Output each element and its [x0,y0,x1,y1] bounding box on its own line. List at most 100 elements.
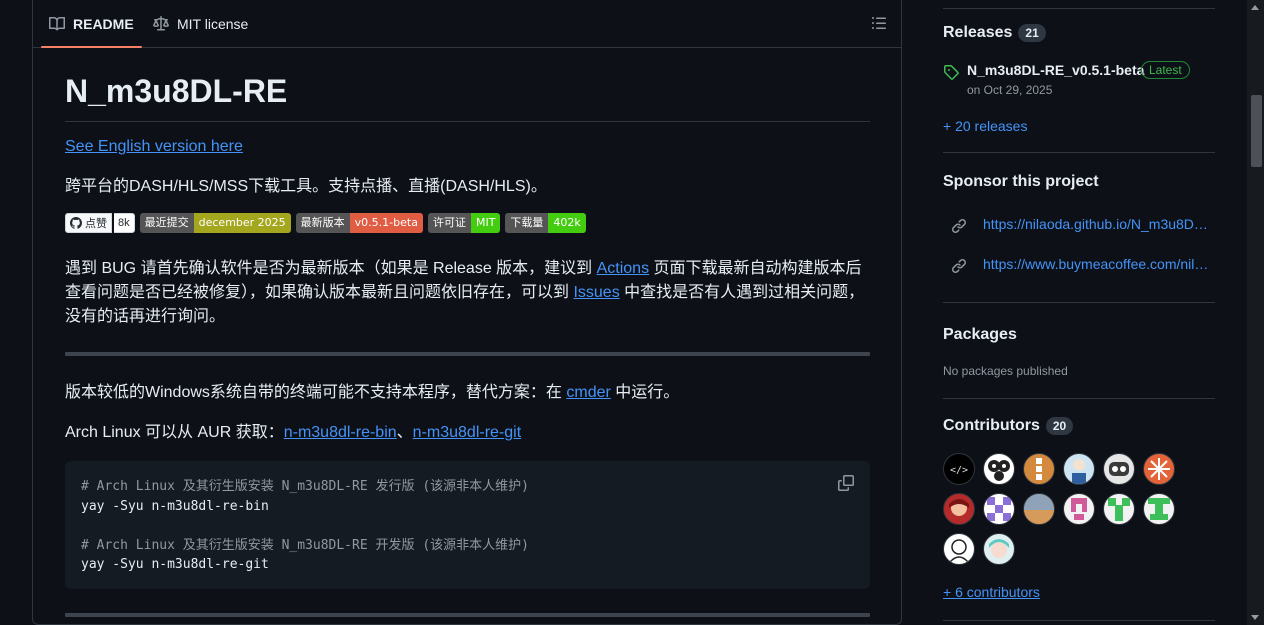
avatar[interactable] [983,493,1015,525]
license-badge[interactable]: 许可证 MIT [427,213,501,233]
english-version-paragraph: See English version here [65,135,243,159]
windows-note: 版本较低的Windows系统自带的终端可能不支持本程序，替代方案：在 cmder… [65,381,679,405]
more-releases-link[interactable]: + 20 releases [943,118,1027,134]
tab-readme[interactable]: README [41,0,142,48]
last-commit-badge-value: december 2025 [193,213,291,233]
latest-version-badge-label: 最新版本 [295,213,350,233]
latest-badge: Latest [1141,61,1190,79]
sidebar-divider [943,152,1215,153]
release-date: on Oct 29, 2025 [967,83,1053,97]
cmder-link[interactable]: cmder [566,384,610,401]
page-scrollbar[interactable] [1247,0,1264,625]
stars-badge[interactable]: 点赞 8k [65,213,135,233]
law-scale-icon [153,15,169,30]
readme-title: N_m3u8DL-RE [65,47,870,122]
github-icon [70,217,82,229]
releases-heading[interactable]: Releases 21 [943,24,1046,42]
code-command: yay -Syu n-m3u8dl-re-git [81,557,269,572]
packages-heading[interactable]: Packages [943,326,1017,344]
identicon-avatar-icon [1148,498,1170,520]
avatar[interactable] [1023,493,1055,525]
book-icon [49,16,65,30]
sponsor-link-row[interactable]: https://nilaoda.github.io/N_m3u8DL-RE/ [943,216,1215,236]
english-version-link[interactable]: See English version here [65,138,243,155]
tab-readme-label: README [73,15,134,32]
avatar[interactable] [1103,453,1135,485]
tab-license[interactable]: MIT license [153,0,248,47]
avatar[interactable] [1103,493,1135,525]
scrollbar-thumb[interactable] [1251,95,1262,167]
scroll-up-arrow-icon[interactable] [1251,5,1259,10]
readme-tabbar: README MIT license [33,0,901,48]
identicon-avatar-icon [987,497,1011,521]
downloads-badge-value: 402k [548,213,586,233]
readme-panel: README MIT license N_m3u8DL-RE See Engli… [32,0,902,625]
outline-button[interactable] [871,15,887,36]
more-contributors-link[interactable]: + 6 contributors [943,584,1040,600]
anime-avatar-icon [949,499,969,516]
pattern-avatar-icon [988,460,1010,481]
downloads-badge-label: 下载量 [505,213,549,233]
latest-version-badge[interactable]: 最新版本 v0.5.1-beta [295,213,423,233]
scroll-down-arrow-icon[interactable] [1251,615,1259,620]
avatar[interactable] [943,493,975,525]
bug-note-text-1: 遇到 BUG 请首先确认软件是否为最新版本（如果是 Release 版本，建议到 [65,260,597,277]
sponsor-link-row[interactable]: https://www.buymeacoffee.com/nilaoda [943,256,1215,276]
stars-badge-count: 8k [114,213,135,233]
sidebar-divider [943,620,1215,621]
contributors-count: 20 [1045,417,1074,435]
sponsor-link-text[interactable]: https://www.buymeacoffee.com/nilaoda [983,256,1211,272]
code-comment: # Arch Linux 及其衍生版安装 N_m3u8DL-RE 开发版 (该源… [81,537,529,553]
contributors-title: Contributors [943,417,1040,434]
person-avatar-icon [1072,459,1086,484]
aur-git-link[interactable]: n-m3u8dl-re-git [413,424,521,441]
license-badge-label: 许可证 [427,213,471,233]
avatar[interactable] [1143,493,1175,525]
actions-link[interactable]: Actions [597,260,649,277]
code-block: # Arch Linux 及其衍生版安装 N_m3u8DL-RE 发行版 (该源… [65,461,870,589]
issues-link[interactable]: Issues [573,284,619,301]
identicon-avatar-icon [1036,458,1042,480]
divider [65,352,870,356]
sponsor-heading: Sponsor this project [943,173,1099,190]
robot-avatar-icon [1109,462,1129,476]
list-unordered-icon [872,17,886,29]
avatar[interactable]: </> [943,453,975,485]
last-commit-badge[interactable]: 最近提交 december 2025 [139,213,291,233]
landscape-avatar-icon [1024,494,1054,524]
readme-article: N_m3u8DL-RE See English version here 跨平台… [65,47,870,617]
tab-license-label: MIT license [177,15,249,32]
code-comment: # Arch Linux 及其衍生版安装 N_m3u8DL-RE 发行版 (该源… [81,479,529,494]
code-avatar-icon: </> [950,465,968,476]
link-icon [951,218,967,234]
identicon-avatar-icon [1071,498,1087,520]
no-packages-text: No packages published [943,364,1068,378]
sidebar-divider [943,398,1215,399]
aur-bin-link[interactable]: n-m3u8dl-re-bin [284,424,397,441]
svg-text:</>: </> [950,465,968,476]
windows-note-text-1: 版本较低的Windows系统自带的终端可能不支持本程序，替代方案：在 [65,384,567,401]
arch-note-separator: 、 [396,424,413,441]
avatar[interactable] [1023,453,1055,485]
avatar[interactable] [943,533,975,565]
code-command: yay -Syu n-m3u8dl-re-bin [81,498,269,514]
avatar[interactable] [1143,453,1175,485]
releases-title: Releases [943,24,1013,41]
avatar[interactable] [1063,493,1095,525]
avatar[interactable] [983,453,1015,485]
contributors-heading[interactable]: Contributors 20 [943,417,1074,435]
release-name[interactable]: N_m3u8DL-RE_v0.5.1-beta [967,62,1144,78]
sidebar-divider [943,302,1215,303]
latest-version-badge-value: v0.5.1-beta [349,213,423,233]
identicon-avatar-icon [1108,498,1130,521]
sponsor-link-text[interactable]: https://nilaoda.github.io/N_m3u8DL-RE/ [983,216,1211,232]
arch-note-text: Arch Linux 可以从 AUR 获取： [65,424,284,441]
badge-row: 点赞 8k 最近提交 december 2025 最新版本 v0.5.1-bet… [65,213,586,233]
avatar[interactable] [1063,453,1095,485]
avatar[interactable] [983,533,1015,565]
bug-report-note: 遇到 BUG 请首先确认软件是否为最新版本（如果是 Release 版本，建议到… [65,257,870,329]
stars-badge-label: 点赞 [65,213,112,233]
copy-button[interactable] [838,475,854,498]
downloads-badge[interactable]: 下载量 402k [505,213,586,233]
